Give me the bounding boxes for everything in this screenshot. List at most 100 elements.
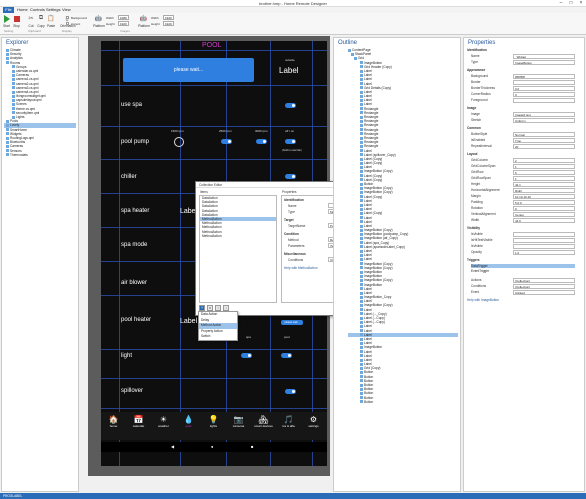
prop-name_value[interactable]: _Widget [513, 53, 575, 59]
conditions-section: Condition [284, 232, 299, 236]
action-type-option[interactable]: Switch [199, 334, 237, 340]
power-icon[interactable] [174, 137, 184, 147]
layout-prop-value[interactable]: 10,10,10,10 [513, 193, 575, 199]
layout-prop-value[interactable]: Right [513, 187, 575, 193]
height-input[interactable]: 1920 [118, 21, 129, 26]
appearance-prop-value[interactable] [513, 79, 575, 85]
background-checkbox[interactable] [66, 16, 69, 19]
node-icon [360, 149, 363, 153]
pool-heater-pill[interactable]: please wait... [281, 320, 303, 325]
layout-prop-value[interactable]: 6 [513, 169, 575, 175]
appearance-prop-value[interactable]: 0 [513, 91, 575, 97]
stop-icon [13, 16, 20, 22]
visibility-prop-label: IsVisible [471, 244, 483, 248]
layout-prop-label: Padding [471, 200, 483, 204]
home-nav-icon[interactable]: ● [211, 444, 213, 449]
node-icon [360, 191, 363, 195]
folder-icon [12, 82, 15, 86]
tab-tvs-alfa[interactable]: 🎵 tvs & alfa [276, 412, 301, 440]
paste-button[interactable]: 📋 Paste [47, 15, 55, 28]
back-icon[interactable]: ◀ [171, 444, 174, 449]
use-spa-toggle[interactable] [285, 103, 296, 108]
node-icon [360, 266, 363, 270]
layout-prop-value[interactable]: 2 [513, 157, 575, 163]
visibility-prop-value[interactable] [513, 237, 575, 243]
help-link[interactable]: Help with MethodAction [284, 266, 318, 270]
image-prop-label: Stretch [471, 118, 482, 122]
folder-icon [12, 107, 15, 111]
width2-input[interactable]: 1920 [163, 15, 174, 20]
close-icon[interactable]: × [576, 0, 586, 7]
accent-checkbox[interactable] [66, 22, 69, 25]
please-wait-button[interactable]: please wait... [123, 58, 254, 82]
common-prop-value[interactable]: Normal [513, 131, 575, 137]
copy-button[interactable]: ⧉ Copy [37, 15, 45, 28]
tab-calendar[interactable]: 📅 calendar [126, 412, 151, 440]
folder-icon [6, 124, 9, 128]
tab-weather[interactable]: ☀ weather [151, 412, 176, 440]
start-button[interactable]: Start [2, 15, 11, 28]
pump-3000-toggle[interactable] [256, 139, 267, 144]
common-prop-value[interactable]: True [513, 137, 575, 143]
visibility-prop-value[interactable] [513, 231, 575, 237]
tab-home[interactable]: 🏠 home [101, 412, 126, 440]
tab-cameras[interactable]: 📷 cameras [226, 412, 251, 440]
image-prop-value[interactable]: Image#.png [513, 111, 575, 117]
height2-input[interactable]: 1920 [163, 21, 174, 26]
layout-prop-value[interactable]: 1 [513, 175, 575, 181]
trigger-item[interactable]: DataTrigger [471, 264, 575, 269]
prop-type_value: ImageButton [513, 59, 575, 65]
light-spa-toggle[interactable] [241, 353, 252, 358]
trigger-prop-value[interactable]: Clicked [513, 289, 575, 295]
trigger-prop-value[interactable]: (Collection) [513, 277, 575, 283]
node-icon [360, 396, 363, 400]
layout-prop-value[interactable]: 42.1 [513, 181, 575, 187]
tab-smart-devices[interactable]: 🏘 smart devices [251, 412, 276, 440]
appearance-prop-label: BorderThickness [471, 86, 495, 90]
node-icon [360, 371, 363, 375]
layout-prop-value[interactable]: 44.6 [513, 217, 575, 223]
node-icon [360, 61, 363, 65]
explorer-item[interactable]: Thermostats [4, 153, 76, 157]
outline-title: Outline [338, 40, 358, 46]
page-title: POOL [202, 42, 222, 49]
tab-lights[interactable]: 💡 lights [201, 412, 226, 440]
layout-prop-value[interactable]: 1 [513, 163, 575, 169]
outline-item[interactable]: Button [348, 400, 458, 404]
appearance-prop-value[interactable]: 0,0 [513, 85, 575, 91]
group-setting: Setting [4, 29, 14, 33]
layout-prop-value[interactable]: Center [513, 211, 575, 217]
light-pool-toggle[interactable] [281, 353, 292, 358]
tab-pool[interactable]: 💧 pool [176, 412, 201, 440]
width-input[interactable]: 1080 [118, 15, 129, 20]
stop-button[interactable]: Stop [12, 15, 21, 28]
cut-button[interactable]: ✂ Cut [27, 15, 35, 28]
minimize-icon[interactable]: – [556, 0, 566, 7]
spillover-toggle[interactable] [285, 389, 296, 394]
layout-prop-value[interactable]: 5,0,0 [513, 199, 575, 205]
folder-icon [6, 144, 9, 148]
visibility-prop-value[interactable]: 1.0 [513, 249, 575, 255]
pump-offon-toggle[interactable] [285, 139, 296, 144]
platform-button[interactable]: 🤖 Platform [93, 15, 105, 28]
pump-2500-toggle[interactable] [221, 139, 232, 144]
appearance-prop-value[interactable] [513, 97, 575, 103]
common-prop-value[interactable]: 20 [513, 143, 575, 149]
maximize-icon[interactable]: □ [566, 0, 576, 7]
help-link[interactable]: Help with ImageButton [467, 298, 499, 302]
appearance-prop-value[interactable]: #ff0ff0ff [513, 73, 575, 79]
method-label: Method [288, 238, 299, 242]
visibility-prop-value[interactable] [513, 243, 575, 249]
layout-prop-value[interactable]: 0 [513, 205, 575, 211]
trigger-prop-value[interactable]: (Collection) [513, 283, 575, 289]
node-icon [360, 237, 363, 241]
platform-button-2[interactable]: 🤖 Platform [138, 15, 150, 28]
tab-settings[interactable]: ⚙ settings [301, 412, 326, 440]
height2-label: Height [151, 22, 160, 26]
visibility-prop-label: IsHitTestVisible [471, 238, 493, 242]
image-prop-value[interactable]: Uniform [513, 117, 575, 123]
chiller-toggle[interactable] [285, 174, 296, 179]
collection-item[interactable]: MethodAction [200, 234, 276, 238]
trigger-item[interactable]: EventTrigger [471, 269, 575, 273]
recents-icon[interactable]: ■ [251, 444, 253, 449]
